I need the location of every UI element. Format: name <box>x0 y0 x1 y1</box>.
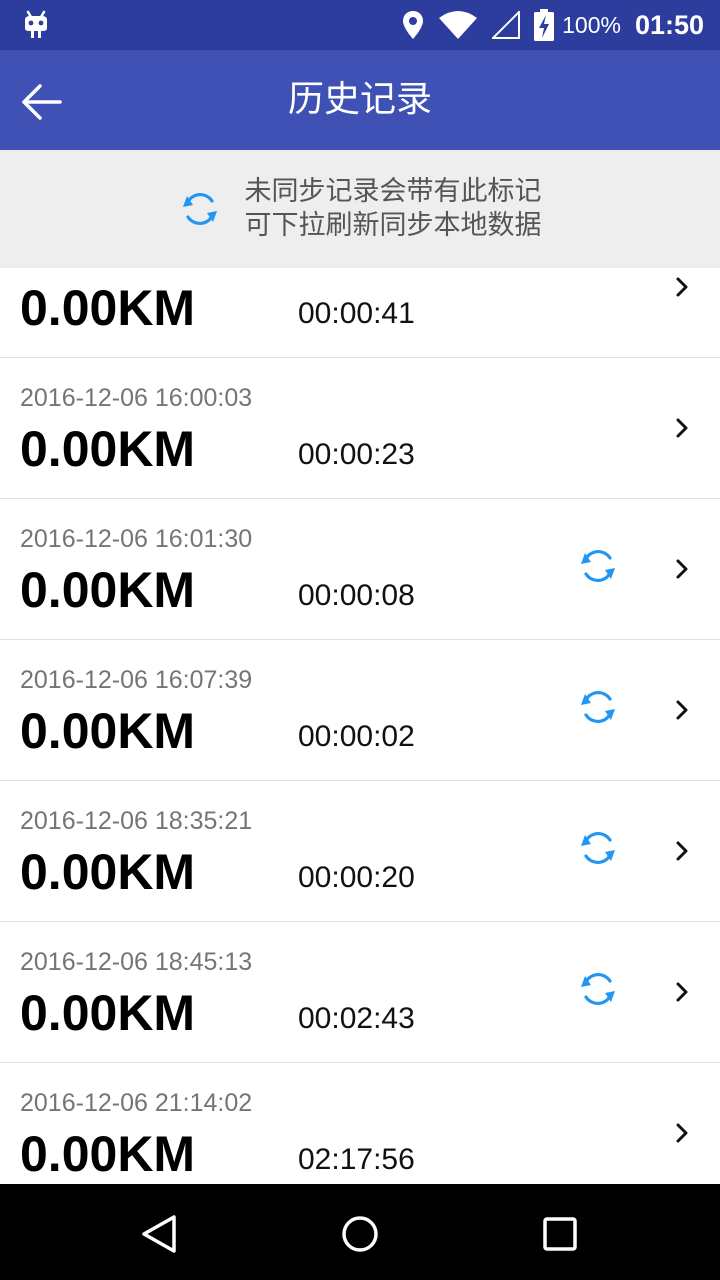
record-distance: 0.00KM <box>20 985 196 1041</box>
unsynced-sync-icon <box>581 690 615 724</box>
battery-charging-icon <box>534 9 555 41</box>
chevron-right-icon <box>676 700 688 720</box>
record-duration: 00:00:20 <box>298 861 415 894</box>
chevron-right-icon <box>676 418 688 438</box>
sync-hint-line1: 未同步记录会带有此标记 <box>244 176 542 207</box>
history-record-row[interactable]: 2016-12-06 16:00:03 0.00KM 00:00:23 <box>0 358 720 499</box>
sync-hint-text: 未同步记录会带有此标记 可下拉刷新同步本地数据 <box>245 175 542 243</box>
history-record-row[interactable]: 2016-12-06 16:01:30 0.00KM 00:00:08 <box>0 499 720 640</box>
record-distance: 0.00KM <box>20 421 196 477</box>
page-title: 历史记录 <box>287 79 432 120</box>
history-record-row[interactable]: 0.00KM 00:00:41 <box>0 268 720 358</box>
record-duration: 00:00:02 <box>298 720 415 753</box>
sync-icon <box>182 192 217 226</box>
signal-icon <box>492 11 521 39</box>
record-distance: 0.00KM <box>20 280 196 336</box>
record-date: 2016-12-06 18:45:13 <box>20 948 253 976</box>
status-bar: 100% 01:50 <box>0 0 720 50</box>
record-date: 2016-12-06 16:00:03 <box>20 384 253 412</box>
location-icon <box>403 11 424 39</box>
chevron-right-icon <box>676 277 688 297</box>
record-date: 2016-12-06 18:35:21 <box>20 807 253 835</box>
unsynced-sync-icon <box>581 831 615 865</box>
chevron-right-icon <box>676 559 688 579</box>
chevron-right-icon <box>676 1123 688 1143</box>
record-date: 2016-12-06 16:07:39 <box>20 666 253 694</box>
sync-hint-banner: 未同步记录会带有此标记 可下拉刷新同步本地数据 <box>0 150 720 268</box>
record-distance: 0.00KM <box>20 1126 196 1182</box>
home-circle-icon[interactable] <box>338 1212 382 1256</box>
history-record-row[interactable]: 2016-12-06 18:45:13 0.00KM 00:02:43 <box>0 922 720 1063</box>
record-date: 2016-12-06 16:01:30 <box>20 525 253 553</box>
unsynced-sync-icon <box>581 972 615 1006</box>
clock: 01:50 <box>634 9 704 40</box>
history-record-row[interactable]: 2016-12-06 16:07:39 0.00KM 00:00:02 <box>0 640 720 781</box>
record-duration: 00:00:23 <box>298 438 415 471</box>
app-bar: 历史记录 <box>0 50 720 150</box>
record-distance: 0.00KM <box>20 562 196 618</box>
sync-hint-line2: 可下拉刷新同步本地数据 <box>244 210 542 241</box>
android-robot-icon <box>25 10 47 38</box>
record-duration: 00:02:43 <box>298 1002 415 1035</box>
record-duration: 02:17:56 <box>298 1143 415 1176</box>
record-distance: 0.00KM <box>20 703 196 759</box>
system-navigation-bar <box>0 1184 720 1280</box>
battery-percent: 100% <box>562 11 621 38</box>
wifi-icon <box>439 11 478 39</box>
record-date: 2016-12-06 21:14:02 <box>20 1089 253 1117</box>
record-distance: 0.00KM <box>20 844 196 900</box>
record-duration: 00:00:08 <box>298 579 415 612</box>
back-triangle-icon[interactable] <box>138 1212 182 1256</box>
history-record-row[interactable]: 2016-12-06 21:14:02 0.00KM 02:17:56 <box>0 1063 720 1184</box>
chevron-right-icon <box>676 982 688 1002</box>
history-list[interactable]: 0.00KM 00:00:41 2016-12-06 16:00:03 0.00… <box>0 268 720 1184</box>
history-record-row[interactable]: 2016-12-06 18:35:21 0.00KM 00:00:20 <box>0 781 720 922</box>
record-duration: 00:00:41 <box>298 297 415 330</box>
unsynced-sync-icon <box>581 549 615 583</box>
chevron-right-icon <box>676 841 688 861</box>
recents-square-icon[interactable] <box>538 1212 582 1256</box>
